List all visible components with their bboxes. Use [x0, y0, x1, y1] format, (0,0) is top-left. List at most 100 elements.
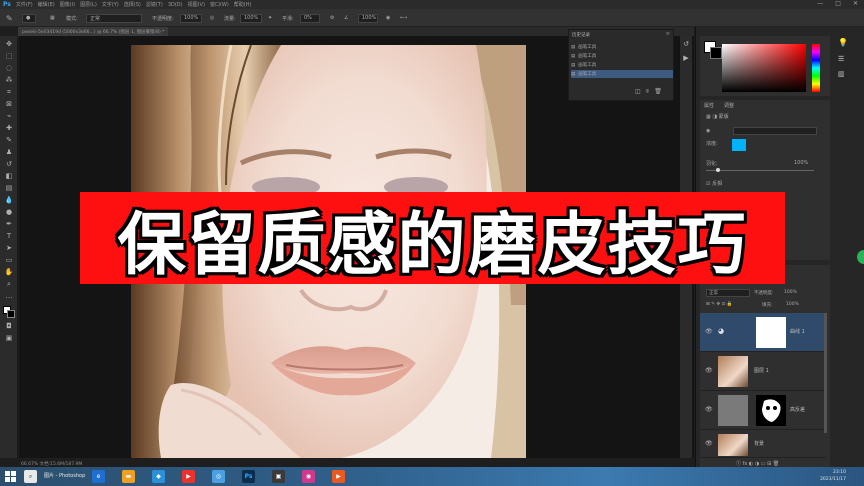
color-background-swatch[interactable] — [710, 47, 722, 59]
menu-help[interactable]: 帮助(H) — [234, 1, 252, 8]
photoshop-taskbar-icon[interactable]: Ps — [242, 470, 255, 483]
cyan-color-swatch[interactable] — [732, 139, 746, 151]
video-app-icon[interactable]: ▶ — [332, 470, 345, 483]
eraser-tool-icon[interactable]: ◧ — [4, 172, 14, 181]
lock-icons[interactable]: ⊞ ✎ ✥ ⊡ 🔒 — [706, 302, 732, 307]
minimize-button[interactable]: — — [817, 0, 823, 7]
mask-select-field[interactable] — [733, 127, 817, 135]
lightbulb-icon[interactable]: 💡 — [838, 38, 848, 47]
chrome-icon[interactable]: ◎ — [212, 470, 225, 483]
history-item[interactable]: ▤ 画笔工具 — [571, 52, 673, 60]
opacity-field[interactable]: 100% — [180, 13, 202, 23]
crop-tool-icon[interactable]: ⌗ — [4, 88, 14, 97]
airbrush-icon[interactable]: ✦ — [268, 13, 272, 23]
layer-thumb[interactable] — [718, 395, 748, 426]
history-menu-icon[interactable]: ≡ — [666, 31, 670, 37]
layers-footer-icons[interactable]: ⓕ fx ◐ ◑ ▭ ⊞ 🗑 — [736, 460, 779, 467]
path-select-tool-icon[interactable]: ➤ — [4, 244, 14, 253]
learn-icon[interactable]: ☰ — [838, 55, 844, 63]
pressure-opacity-icon[interactable]: ◎ — [210, 13, 214, 23]
brush-panel-icon[interactable]: ▦ — [50, 13, 55, 23]
mode-select[interactable]: 正常 — [86, 13, 142, 23]
blend-mode-select[interactable]: 正常 — [706, 289, 750, 297]
actions-panel-icon[interactable]: ▶ — [681, 54, 691, 63]
layer-mask-thumb[interactable] — [756, 395, 786, 426]
shape-tool-icon[interactable]: ▭ — [4, 256, 14, 265]
frame-tool-icon[interactable]: ⊠ — [4, 100, 14, 109]
quick-mask-icon[interactable]: ◘ — [4, 322, 14, 331]
quick-select-tool-icon[interactable]: ⁂ — [4, 76, 14, 85]
background-color-swatch[interactable] — [7, 310, 15, 318]
settings-gear-icon[interactable]: ⚙ — [330, 13, 334, 23]
store-icon[interactable]: ◆ — [152, 470, 165, 483]
ps-logo[interactable]: Ps — [3, 1, 11, 8]
visibility-eye-icon[interactable]: 👁 — [705, 406, 713, 413]
screen-mode-icon[interactable]: ▣ — [4, 334, 14, 343]
floating-assistant-button[interactable] — [857, 250, 864, 264]
snapshot-icon[interactable]: ◫ — [635, 88, 641, 96]
visibility-eye-icon[interactable]: 👁 — [705, 367, 713, 374]
lasso-tool-icon[interactable]: ◌ — [4, 64, 14, 73]
symmetry-icon[interactable]: ⟷ — [400, 13, 407, 23]
system-clock[interactable]: 23:10 2023/11/17 — [820, 469, 846, 483]
layer-thumb[interactable] — [718, 356, 748, 387]
layer-row[interactable]: 👁 图层 1 — [700, 352, 826, 391]
browser-icon[interactable]: e — [92, 470, 105, 483]
libraries-icon[interactable]: ▥ — [838, 70, 845, 78]
blur-tool-icon[interactable]: 💧 — [4, 196, 14, 205]
search-icon[interactable]: ⌕ — [24, 470, 37, 483]
maximize-button[interactable]: □ — [835, 0, 841, 7]
history-brush-tool-icon[interactable]: ↺ — [4, 160, 14, 169]
fill-value[interactable]: 100% — [786, 302, 799, 307]
stamp-tool-icon[interactable]: ♟ — [4, 148, 14, 157]
close-button[interactable]: ✕ — [853, 0, 858, 7]
brush-preset-picker[interactable]: ● — [22, 13, 36, 23]
visibility-eye-icon[interactable]: 👁 — [705, 440, 713, 447]
move-tool-icon[interactable]: ✥ — [4, 40, 14, 49]
more-tools-icon[interactable]: … — [4, 292, 14, 301]
folder-icon[interactable]: ▬ — [122, 470, 135, 483]
pressure-size-icon[interactable]: ◉ — [386, 13, 390, 23]
color-picker-field[interactable] — [722, 44, 806, 92]
feather-slider[interactable] — [706, 170, 814, 171]
gradient-tool-icon[interactable]: ▤ — [4, 184, 14, 193]
taskbar-app-label[interactable]: 图片 - Photoshop — [44, 472, 85, 479]
zoom-field[interactable]: 100% — [358, 13, 378, 23]
menu-window[interactable]: 窗口(W) — [210, 1, 229, 8]
brush-tool-icon[interactable]: ✎ — [6, 13, 13, 23]
menu-select[interactable]: 选择(S) — [124, 1, 141, 8]
history-panel-icon[interactable]: ↺ — [681, 40, 691, 49]
flow-field[interactable]: 100% — [240, 13, 262, 23]
pen-tool-icon[interactable]: ✒ — [4, 220, 14, 229]
zoom-tool-icon[interactable]: ⌕ — [4, 280, 14, 289]
camera-app-icon[interactable]: ◉ — [302, 470, 315, 483]
layers-scrollbar[interactable] — [824, 313, 827, 433]
menu-3d[interactable]: 3D(D) — [168, 2, 183, 8]
angle-icon[interactable]: ∠ — [344, 13, 348, 23]
dodge-tool-icon[interactable]: ● — [4, 208, 14, 217]
eyedropper-tool-icon[interactable]: ⌁ — [4, 112, 14, 121]
app-icon[interactable]: ▣ — [272, 470, 285, 483]
history-item[interactable]: ▤ 画笔工具 — [571, 43, 673, 51]
hand-tool-icon[interactable]: ✋ — [4, 268, 14, 277]
history-item-selected[interactable]: ▤ 画笔工具 — [571, 70, 673, 78]
marquee-tool-icon[interactable]: ⬚ — [4, 52, 14, 61]
layer-mask-thumb[interactable] — [756, 317, 786, 348]
layer-row-curves[interactable]: 👁 ◕ 曲线 1 — [700, 313, 826, 352]
brush-tool-sidebar-icon[interactable]: ✎ — [4, 136, 14, 145]
invert-checkbox[interactable]: ☑ 反相 — [706, 180, 722, 187]
smooth-field[interactable]: 0% — [300, 13, 320, 23]
menu-view[interactable]: 视图(V) — [188, 1, 205, 8]
layer-row[interactable]: 👁 背景 — [700, 430, 826, 458]
menu-type[interactable]: 文字(Y) — [102, 1, 119, 8]
history-item[interactable]: ▤ 画笔工具 — [571, 61, 673, 69]
menu-file[interactable]: 文件(F) — [16, 1, 33, 8]
hue-slider[interactable] — [812, 44, 820, 92]
trash-icon[interactable]: 🗑 — [654, 88, 662, 96]
menu-filter[interactable]: 滤镜(T) — [146, 1, 163, 8]
menu-layer[interactable]: 图层(L) — [80, 1, 97, 8]
menu-image[interactable]: 图像(I) — [60, 1, 75, 8]
feather-slider-handle[interactable] — [716, 168, 720, 172]
visibility-eye-icon[interactable]: 👁 — [705, 328, 713, 335]
type-tool-icon[interactable]: T — [4, 232, 14, 241]
